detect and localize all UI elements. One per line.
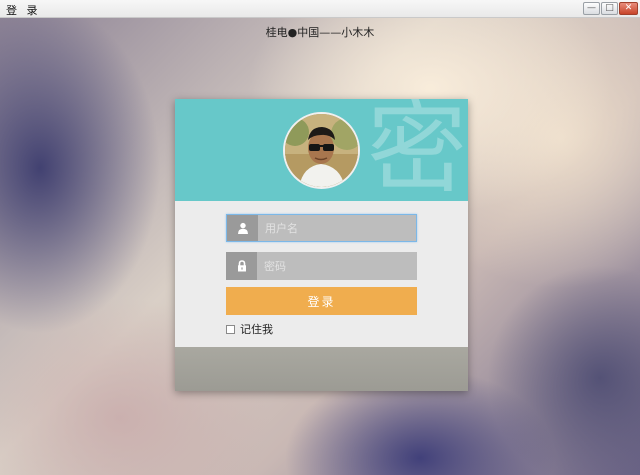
close-button[interactable]: ✕ bbox=[619, 2, 638, 15]
page-caption: 桂电●中国——小木木 bbox=[265, 26, 375, 39]
card-header: 密 bbox=[175, 99, 468, 201]
watermark-glyph: 密 bbox=[367, 99, 467, 201]
maximize-icon: □ bbox=[605, 3, 614, 13]
lock-icon bbox=[226, 252, 257, 280]
window-title: 登 录 bbox=[6, 4, 41, 17]
username-input[interactable] bbox=[258, 215, 416, 241]
card-footer bbox=[175, 347, 468, 391]
login-button[interactable]: 登录 bbox=[226, 287, 417, 315]
login-card: 密 用户名 登录 记住我 bbox=[175, 99, 468, 391]
username-field bbox=[226, 214, 417, 242]
password-input[interactable] bbox=[257, 252, 417, 280]
minimize-button[interactable]: — bbox=[583, 2, 600, 15]
minimize-icon: — bbox=[587, 3, 596, 13]
remember-label: 记住我 bbox=[240, 323, 273, 336]
avatar bbox=[283, 112, 360, 189]
login-window: 登 录 — □ ✕ 桂电●中国——小木木 密 用户名 登录 记住我 bbox=[0, 0, 640, 475]
maximize-button[interactable]: □ bbox=[601, 2, 618, 15]
title-bar[interactable]: 登 录 — □ ✕ bbox=[0, 0, 640, 18]
close-icon: ✕ bbox=[624, 3, 633, 13]
remember-me[interactable]: 记住我 bbox=[226, 322, 273, 336]
password-field bbox=[226, 252, 417, 280]
user-photo-icon bbox=[285, 114, 358, 187]
remember-checkbox[interactable] bbox=[226, 324, 235, 334]
user-icon bbox=[227, 215, 258, 241]
